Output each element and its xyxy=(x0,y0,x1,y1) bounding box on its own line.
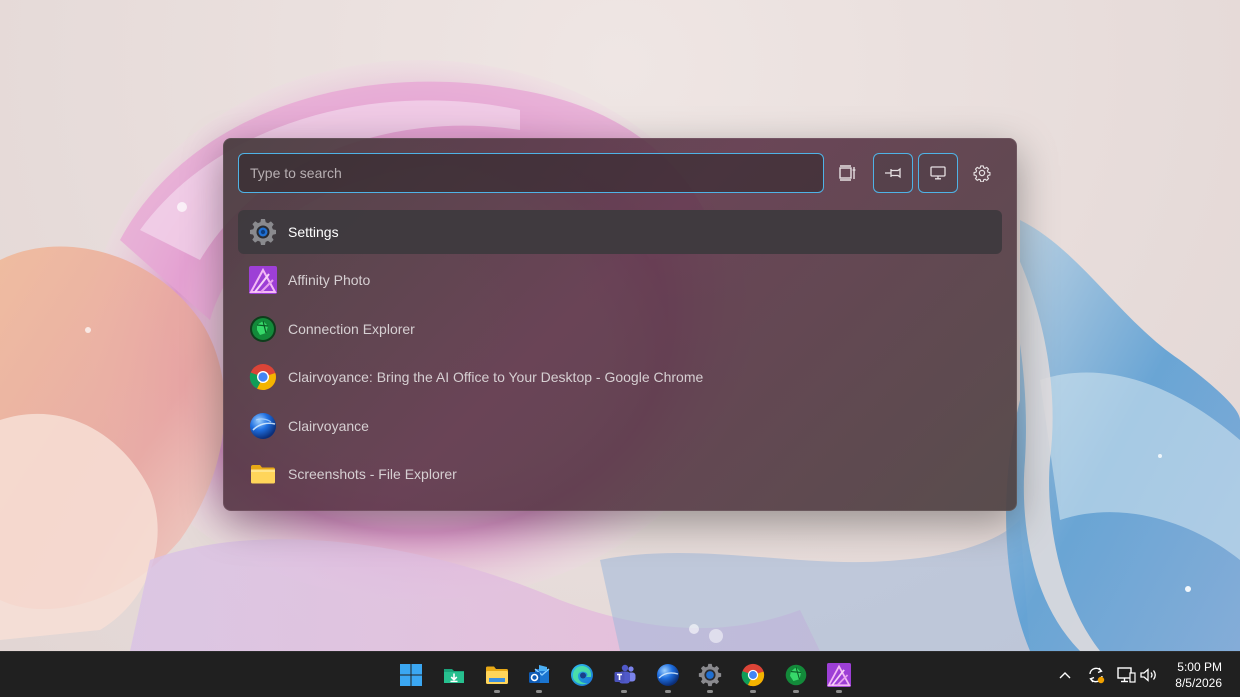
volume-icon xyxy=(1140,668,1156,682)
settings-gear-icon xyxy=(249,218,277,246)
pin-button[interactable] xyxy=(873,153,913,193)
settings-button[interactable] xyxy=(962,153,1002,193)
chrome-icon xyxy=(741,663,765,687)
teams-icon xyxy=(614,664,636,684)
start-button[interactable] xyxy=(396,660,426,690)
result-item-chrome-window[interactable]: Clairvoyance: Bring the AI Office to You… xyxy=(238,355,1002,399)
results-list: Settings Affinity Photo Connection Explo… xyxy=(238,210,1002,500)
result-item-settings[interactable]: Settings xyxy=(238,210,1002,254)
running-indicator xyxy=(836,690,842,693)
running-indicator xyxy=(793,690,799,693)
taskbar: 5:00 PM 8/5/2026 xyxy=(0,651,1240,697)
tray-network-button[interactable] xyxy=(1115,664,1137,686)
outlook-icon xyxy=(529,665,550,683)
result-item-file-explorer[interactable]: Screenshots - File Explorer xyxy=(238,452,1002,496)
taskbar-app-settings[interactable] xyxy=(695,660,725,690)
running-indicator xyxy=(494,690,500,693)
taskbar-app-file-explorer[interactable] xyxy=(482,660,512,690)
result-item-affinity-photo[interactable]: Affinity Photo xyxy=(238,258,1002,302)
chrome-icon xyxy=(249,363,277,391)
start-icon xyxy=(400,664,422,686)
result-label: Connection Explorer xyxy=(288,320,415,337)
layout-icon xyxy=(839,165,856,181)
taskbar-app-edge[interactable] xyxy=(567,660,597,690)
clock-time: 5:00 PM xyxy=(1177,660,1222,674)
taskbar-app-clairvoyance[interactable] xyxy=(653,660,683,690)
affinity-photo-icon xyxy=(249,266,277,295)
result-label: Affinity Photo xyxy=(288,272,371,289)
tray-volume-button[interactable] xyxy=(1138,664,1160,686)
result-item-clairvoyance[interactable]: Clairvoyance xyxy=(238,404,1002,448)
network-icon xyxy=(1117,667,1136,683)
clairvoyance-globe-icon xyxy=(657,664,679,686)
running-indicator xyxy=(750,690,756,693)
folder-icon xyxy=(249,460,277,488)
taskbar-app-affinity-photo[interactable] xyxy=(824,660,854,690)
edge-icon xyxy=(571,664,593,686)
running-indicator xyxy=(536,690,542,693)
connection-explorer-icon xyxy=(785,664,807,686)
gear-icon xyxy=(973,165,991,182)
affinity-photo-icon xyxy=(827,663,851,687)
tray-sync-button[interactable] xyxy=(1085,664,1107,686)
clairvoyance-globe-icon xyxy=(249,412,277,440)
taskbar-app-chrome[interactable] xyxy=(738,660,768,690)
clock-date: 8/5/2026 xyxy=(1175,676,1222,690)
taskbar-app-teams[interactable] xyxy=(610,660,640,690)
taskbar-clock[interactable]: 5:00 PM 8/5/2026 xyxy=(1175,659,1222,691)
monitor-button[interactable] xyxy=(918,153,958,193)
taskbar-app-connection-explorer[interactable] xyxy=(781,660,811,690)
result-label: Clairvoyance xyxy=(288,417,369,434)
result-item-connection-explorer[interactable]: Connection Explorer xyxy=(238,307,1002,351)
layout-button[interactable] xyxy=(828,153,868,193)
running-indicator xyxy=(621,690,627,693)
result-label: Screenshots - File Explorer xyxy=(288,465,457,482)
show-hidden-icons-button[interactable] xyxy=(1054,664,1076,686)
file-explorer-icon xyxy=(486,666,508,684)
pin-icon xyxy=(885,167,901,179)
sync-icon xyxy=(1089,667,1105,684)
connection-explorer-icon xyxy=(249,315,277,343)
search-input[interactable] xyxy=(238,153,824,193)
chevron-up-icon xyxy=(1059,672,1071,679)
result-label: Settings xyxy=(288,224,339,240)
running-indicator xyxy=(665,690,671,693)
monitor-icon xyxy=(930,166,946,180)
taskbar-app-download[interactable] xyxy=(439,660,469,690)
running-indicator xyxy=(707,690,713,693)
settings-gear-icon xyxy=(698,663,722,687)
download-manager-icon xyxy=(444,669,464,683)
result-label: Clairvoyance: Bring the AI Office to You… xyxy=(288,369,704,386)
taskbar-app-outlook[interactable] xyxy=(524,660,554,690)
app-launcher-window: Settings Affinity Photo xyxy=(223,138,1017,511)
